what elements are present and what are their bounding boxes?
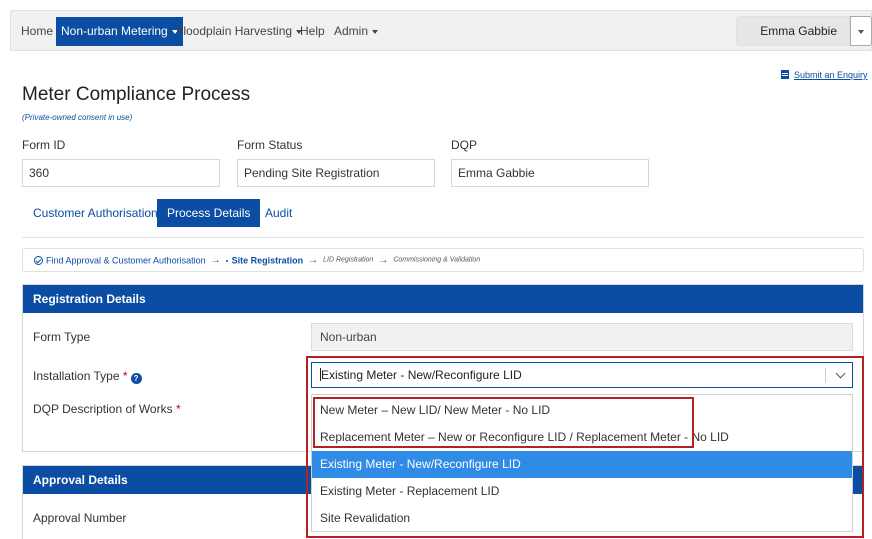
dqp-description-label: DQP Description of Works * [33, 402, 181, 416]
current-step-dot-icon [225, 259, 228, 262]
registration-details-heading: Registration Details [23, 285, 863, 313]
nav-home[interactable]: Home [16, 11, 58, 52]
required-marker: * [175, 402, 181, 416]
dqp-description-label-text: DQP Description of Works [33, 402, 173, 416]
nav-admin-label: Admin [334, 24, 369, 38]
nav-floodplain-label: Floodplain Harvesting [176, 24, 293, 38]
page-subtitle: (Private-owned consent in use) [22, 113, 133, 122]
nav-non-urban-metering[interactable]: Non-urban Metering [56, 17, 183, 46]
form-id-field: 360 [22, 159, 220, 187]
dqp-field: Emma Gabbie [451, 159, 649, 187]
tab-customer-authorisation[interactable]: Customer Authorisation [23, 199, 168, 227]
form-status-label: Form Status [237, 138, 303, 152]
check-circle-icon [34, 256, 43, 266]
crumb-find-approval[interactable]: Find Approval & Customer Authorisation [46, 256, 206, 266]
nav-help[interactable]: Help [295, 11, 330, 52]
top-navbar: Home Non-urban Metering Floodplain Harve… [10, 10, 872, 51]
installation-type-label: Installation Type *? [33, 369, 142, 384]
document-icon [781, 70, 789, 79]
user-menu-button[interactable]: Emma Gabbie [736, 16, 850, 46]
crumb-site-registration: Site Registration [231, 255, 304, 266]
dqp-label: DQP [451, 138, 478, 152]
form-id-label: Form ID [22, 138, 66, 152]
nav-admin[interactable]: Admin [329, 11, 383, 52]
approval-number-label: Approval Number [33, 511, 127, 525]
required-marker: * [122, 369, 128, 383]
form-type-label: Form Type [33, 330, 91, 344]
form-type-field: Non-urban [311, 323, 853, 351]
tab-divider [22, 237, 864, 238]
page-title: Meter Compliance Process [22, 84, 251, 105]
crumb-lid-registration: LID Registration [323, 256, 374, 264]
annotation-inner-box [313, 397, 694, 448]
submit-enquiry-link[interactable]: Submit an Enquiry [781, 70, 868, 80]
arrow-right-icon: → [308, 254, 319, 266]
submit-enquiry-label: Submit an Enquiry [794, 70, 868, 80]
arrow-right-icon: → [210, 254, 221, 266]
form-status-field: Pending Site Registration [237, 159, 435, 187]
crumb-commissioning-validation: Commissioning & Validation [393, 256, 481, 264]
caret-down-icon [858, 29, 864, 34]
tab-audit[interactable]: Audit [255, 199, 302, 227]
process-breadcrumb: Find Approval & Customer Authorisation → S… [22, 248, 864, 272]
arrow-right-icon: → [378, 254, 389, 266]
nav-non-urban-label: Non-urban Metering [61, 24, 168, 38]
tab-process-details[interactable]: Process Details [157, 199, 261, 227]
installation-type-label-text: Installation Type [33, 369, 120, 383]
user-menu-toggle[interactable] [850, 16, 872, 46]
nav-floodplain-harvesting[interactable]: Floodplain Harvesting [171, 11, 307, 52]
help-icon[interactable]: ? [130, 373, 142, 384]
caret-down-icon [372, 29, 379, 34]
